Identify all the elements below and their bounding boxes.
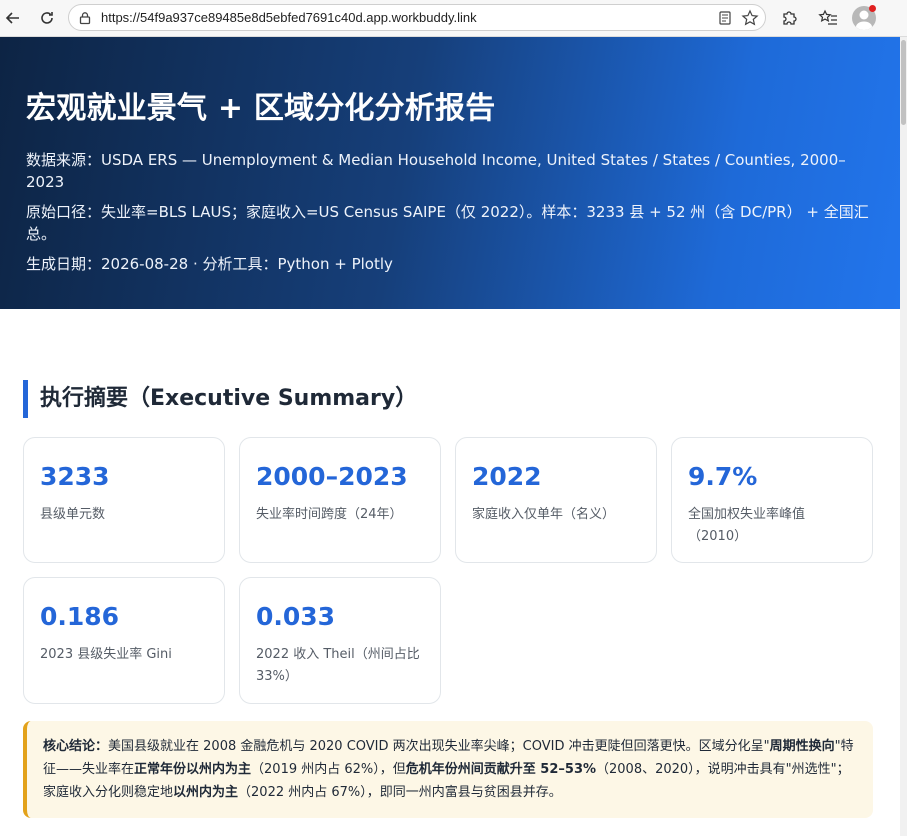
conclusion-text: （2022 州内占 67%），即同一州内富县与贫困县并存。 (238, 785, 562, 800)
page-scrollbar[interactable] (900, 37, 907, 836)
generated-date-line: 生成日期：2026-08-28 · 分析工具：Python + Plotly (26, 255, 393, 273)
reader-mode-icon[interactable] (717, 10, 733, 26)
kpi-value: 2022 (472, 462, 542, 491)
puzzle-icon (783, 11, 797, 25)
kpi-card-county-count: 3233 县级单元数 (23, 437, 225, 563)
executive-summary-heading: 执行摘要（Executive Summary） (23, 380, 417, 418)
conclusion-emphasis: 以州内为主 (173, 785, 239, 800)
kpi-card-theil: 0.033 2022 收入 Theil（州间占比 33%） (239, 577, 441, 704)
favorites-list-icon (818, 9, 837, 25)
reload-icon (41, 12, 53, 24)
kpi-card-gini: 0.186 2023 县级失业率 Gini (23, 577, 225, 704)
scrollbar-thumb[interactable] (901, 40, 906, 125)
kpi-label: 2022 收入 Theil（州间占比 33%） (256, 647, 420, 684)
kpi-label: 县级单元数 (40, 507, 106, 522)
kpi-label: 2023 县级失业率 Gini (40, 647, 172, 662)
kpi-value: 0.186 (40, 602, 120, 631)
notification-dot (869, 5, 876, 12)
kpi-label: 全国加权失业率峰值（2010） (688, 507, 806, 544)
data-source-line: 数据来源：USDA ERS — Unemployment & Median Ho… (26, 151, 846, 191)
favorites-button[interactable] (815, 5, 841, 31)
url-text[interactable]: https://54f9a937ce89485e8d5ebfed7691c40d… (101, 10, 477, 25)
conclusion-text: 美国县级就业在 2008 金融危机与 2020 COVID 两次出现失业率尖峰；… (108, 739, 770, 754)
lock-icon[interactable] (78, 11, 92, 25)
core-conclusion-callout: 核心结论：美国县级就业在 2008 金融危机与 2020 COVID 两次出现失… (23, 721, 873, 818)
conclusion-text: （2019 州内占 62%），但 (251, 762, 406, 777)
conclusion-emphasis: 周期性换向 (769, 739, 835, 754)
kpi-value: 2000–2023 (256, 462, 408, 491)
address-bar[interactable]: https://54f9a937ce89485e8d5ebfed7691c40d… (68, 4, 766, 31)
favorite-star-icon[interactable] (741, 9, 759, 27)
report-header: 宏观就业景气 + 区域分化分析报告 数据来源：USDA ERS — Unempl… (0, 37, 900, 309)
kpi-label: 失业率时间跨度（24年） (256, 507, 403, 522)
back-arrow-icon (5, 12, 19, 24)
kpi-value: 3233 (40, 462, 110, 491)
browser-toolbar: https://54f9a937ce89485e8d5ebfed7691c40d… (0, 0, 907, 37)
conclusion-emphasis: 危机年份州间贡献升至 52–53% (405, 762, 597, 777)
kpi-label: 家庭收入仅单年（名义） (472, 507, 616, 522)
kpi-value: 0.033 (256, 602, 336, 631)
scope-line: 原始口径：失业率=BLS LAUS；家庭收入=US Census SAIPE（仅… (26, 203, 869, 243)
reload-button[interactable] (34, 5, 60, 31)
kpi-card-time-span: 2000–2023 失业率时间跨度（24年） (239, 437, 441, 563)
conclusion-lead: 核心结论： (43, 739, 109, 754)
conclusion-emphasis: 正常年份以州内为主 (134, 762, 252, 777)
back-button[interactable] (0, 5, 26, 31)
extensions-button[interactable] (776, 5, 802, 31)
report-title: 宏观就业景气 + 区域分化分析报告 (26, 91, 496, 126)
kpi-value: 9.7% (688, 462, 758, 491)
kpi-card-peak-unemployment: 9.7% 全国加权失业率峰值（2010） (671, 437, 873, 563)
kpi-card-income-year: 2022 家庭收入仅单年（名义） (455, 437, 657, 563)
